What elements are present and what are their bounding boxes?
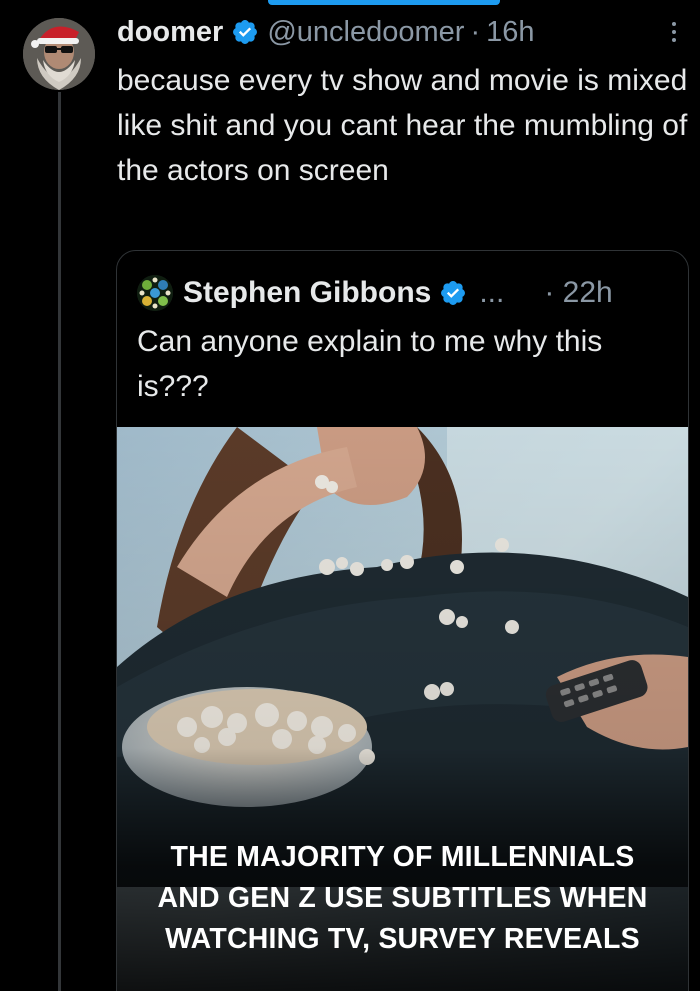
image-caption: THE MAJORITY OF MILLENNIALS AND GEN Z US… — [117, 837, 688, 960]
verified-badge-icon — [233, 20, 258, 44]
quoted-author-avatar[interactable] — [137, 275, 173, 311]
post-header: doomer @uncledoomer · 16h — [117, 10, 688, 54]
quoted-author-display-name[interactable]: Stephen Gibbons — [183, 276, 431, 310]
caption-line: AND GEN Z USE SUBTITLES WHEN — [157, 882, 648, 914]
scroll-indicator — [268, 0, 500, 5]
tweet-thread-view: doomer @uncledoomer · 16h because every … — [0, 0, 700, 991]
caption-line: THE MAJORITY OF MILLENNIALS — [170, 841, 635, 873]
quoted-post-timestamp[interactable]: · 22h — [544, 276, 612, 310]
quoted-handle-truncated: ... — [479, 276, 505, 309]
thread-connector-line — [58, 92, 61, 991]
post-text: because every tv show and movie is mixed… — [117, 64, 688, 187]
quoted-post[interactable]: Stephen Gibbons ... · 22h Can anyone exp… — [116, 250, 689, 991]
more-vertical-icon[interactable] — [672, 22, 688, 42]
separator-dot: · — [470, 15, 481, 48]
verified-badge-icon — [441, 281, 466, 305]
caption-line: WATCHING TV, SURVEY REVEALS — [165, 923, 640, 955]
author-display-name[interactable]: doomer — [117, 16, 223, 49]
quoted-post-header: Stephen Gibbons ... · 22h — [137, 273, 668, 313]
post-timestamp[interactable]: 16h — [486, 16, 534, 49]
author-avatar[interactable] — [23, 18, 95, 90]
post[interactable]: doomer @uncledoomer · 16h because every … — [117, 10, 688, 193]
author-handle[interactable]: @uncledoomer — [267, 16, 464, 49]
quoted-post-text: Can anyone explain to me why this is??? — [137, 325, 603, 403]
quoted-post-image[interactable]: THE MAJORITY OF MILLENNIALS AND GEN Z US… — [117, 427, 688, 991]
